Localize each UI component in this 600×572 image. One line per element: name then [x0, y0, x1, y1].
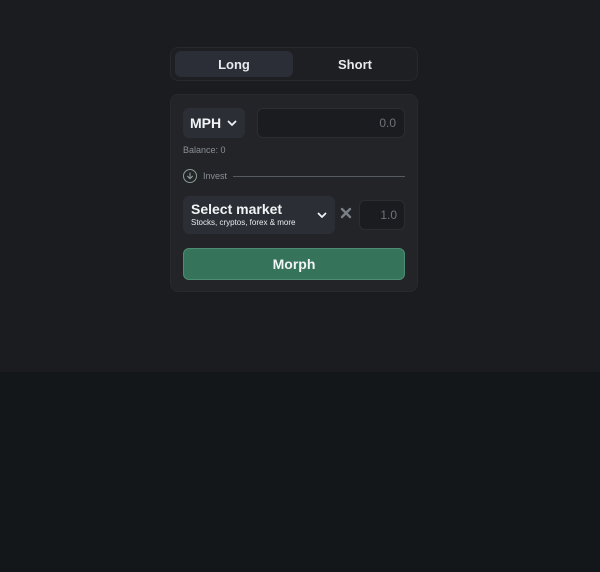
arrow-down-circle-icon — [183, 169, 197, 183]
trade-panel: MPH Balance: 0 Invest Select market Stoc… — [170, 94, 418, 292]
divider-line — [233, 175, 405, 177]
morph-button[interactable]: Morph — [183, 248, 405, 280]
token-select-button[interactable]: MPH — [183, 108, 245, 138]
chevron-down-icon — [317, 212, 327, 218]
token-symbol: MPH — [189, 115, 222, 131]
invest-divider: Invest — [183, 168, 405, 184]
select-market-button[interactable]: Select market Stocks, cryptos, forex & m… — [183, 196, 335, 234]
invest-label: Invest — [203, 171, 228, 181]
market-title: Select market — [191, 201, 283, 217]
amount-input[interactable] — [257, 108, 405, 138]
market-subtitle: Stocks, cryptos, forex & more — [191, 218, 296, 227]
balance-text: Balance: 0 — [183, 145, 226, 155]
multiplier-input[interactable] — [359, 200, 405, 230]
chevron-down-icon — [227, 120, 237, 126]
close-x-icon — [340, 207, 352, 219]
tab-long[interactable]: Long — [175, 51, 293, 77]
tab-short[interactable]: Short — [296, 51, 414, 77]
position-tabs: Long Short — [170, 47, 418, 81]
